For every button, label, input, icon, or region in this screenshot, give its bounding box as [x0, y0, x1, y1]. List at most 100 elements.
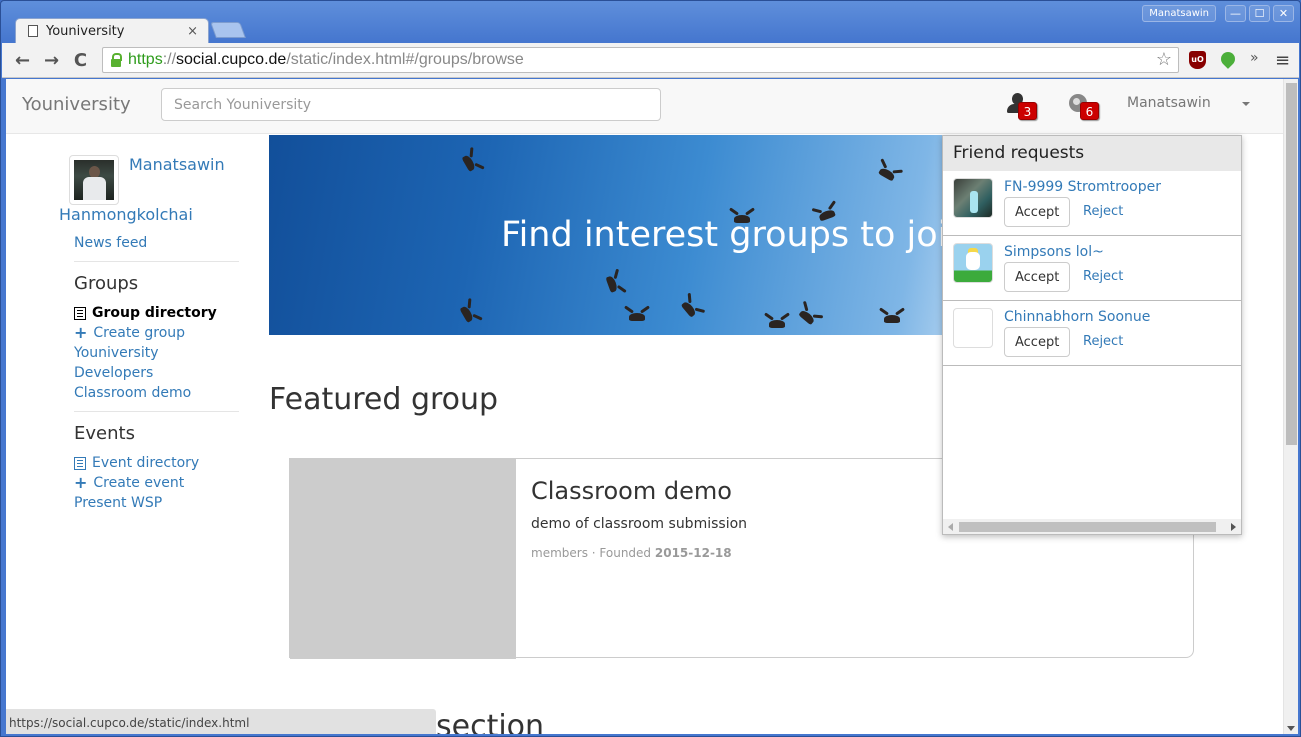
page-icon: [28, 25, 38, 37]
friend-requests-dropdown: Friend requests FN-9999 Stromtrooper Acc…: [942, 135, 1242, 535]
list-icon: [74, 306, 86, 320]
lock-icon: [111, 52, 122, 67]
avatar[interactable]: [69, 155, 119, 205]
back-icon[interactable]: ←: [8, 50, 37, 71]
requester-name[interactable]: Chinnabhorn Soonue: [1004, 309, 1150, 325]
group-meta-prefix: members · Founded: [531, 546, 652, 560]
events-heading: Events: [74, 423, 135, 444]
brand-link[interactable]: Youniversity: [22, 94, 131, 115]
sidebar-item-label: Event directory: [92, 455, 200, 471]
scroll-left-icon[interactable]: [948, 523, 953, 531]
sidebar-item-label: Create group: [93, 325, 186, 341]
bird-graphic: [629, 313, 645, 321]
scrollbar-thumb[interactable]: [959, 522, 1216, 532]
scroll-right-icon[interactable]: [1231, 523, 1236, 531]
requester-name[interactable]: Simpsons lol~: [1004, 244, 1104, 260]
friend-request-item: Chinnabhorn Soonue Accept Reject: [943, 301, 1241, 366]
bird-graphic: [680, 300, 698, 318]
friend-request-item: Simpsons lol~ Accept Reject: [943, 236, 1241, 301]
url-path: /static/index.html#/groups/browse: [286, 51, 524, 68]
plus-icon: +: [74, 323, 88, 342]
caret-down-icon[interactable]: [1242, 102, 1250, 106]
bird-graphic: [878, 166, 896, 182]
notifications-badge: 6: [1080, 102, 1099, 120]
profile-name-last[interactable]: Hanmongkolchai: [59, 205, 193, 224]
sidebar-item-event-directory[interactable]: Event directory: [74, 455, 199, 471]
friend-request-item: FN-9999 Stromtrooper Accept Reject: [943, 171, 1241, 236]
bird-graphic: [798, 308, 816, 326]
group-cover-image: [290, 459, 516, 659]
divider: [74, 261, 239, 262]
bird-graphic: [769, 320, 785, 328]
list-icon: [74, 456, 86, 470]
friend-requests-button[interactable]: 3: [1007, 93, 1037, 120]
minimize-button[interactable]: —: [1225, 5, 1246, 22]
reject-link[interactable]: Reject: [1083, 269, 1123, 284]
sidebar-item-label: Create event: [93, 475, 185, 491]
avatar-person-body: [83, 177, 106, 200]
user-menu-toggle[interactable]: Manatsawin: [1127, 95, 1211, 111]
dropdown-horizontal-scrollbar[interactable]: [943, 519, 1241, 534]
browser-window: Manatsawin — ☐ ✕ Youniversity × ← → C ht…: [0, 0, 1301, 737]
bird-graphic: [884, 315, 900, 323]
accept-button[interactable]: Accept: [1004, 197, 1071, 227]
hero-banner: Find interest groups to join: [269, 135, 969, 335]
profile-name-first[interactable]: Manatsawin: [129, 155, 225, 174]
sidebar-item-news-feed[interactable]: News feed: [74, 235, 147, 251]
reject-link[interactable]: Reject: [1083, 204, 1123, 219]
scrollbar-thumb[interactable]: [1286, 83, 1297, 445]
tab-close-icon[interactable]: ×: [187, 24, 198, 39]
tab-title: Youniversity: [46, 23, 125, 39]
close-window-button[interactable]: ✕: [1273, 5, 1294, 22]
divider: [74, 411, 239, 412]
profile-button[interactable]: Manatsawin: [1142, 5, 1216, 22]
ublock-extension-icon[interactable]: uO: [1189, 51, 1206, 69]
search-input[interactable]: [161, 88, 661, 121]
sidebar-item-group-classroom-demo[interactable]: Classroom demo: [74, 385, 191, 401]
sidebar-item-group-directory[interactable]: Group directory: [74, 305, 217, 321]
sidebar-item-create-event[interactable]: + Create event: [74, 473, 185, 492]
hero-title: Find interest groups to join: [501, 215, 969, 255]
reload-icon[interactable]: C: [66, 50, 95, 71]
forward-icon[interactable]: →: [37, 50, 66, 71]
bookmark-star-icon[interactable]: ☆: [1156, 49, 1172, 70]
sidebar-item-create-group[interactable]: + Create group: [74, 323, 186, 342]
sidebar-item-label: Group directory: [92, 305, 217, 321]
group-meta: members · Founded 2015-12-18: [531, 546, 732, 560]
requester-name[interactable]: FN-9999 Stromtrooper: [1004, 179, 1161, 195]
browser-tab[interactable]: Youniversity ×: [15, 18, 209, 43]
sidebar-item-event-present-wsp[interactable]: Present WSP: [74, 495, 162, 511]
maximize-button[interactable]: ☐: [1249, 5, 1270, 22]
notifications-button[interactable]: 6: [1069, 93, 1099, 120]
sidebar-item-group-developers[interactable]: Developers: [74, 365, 153, 381]
status-bar-url: https://social.cupco.de/static/index.htm…: [6, 709, 436, 734]
avatar[interactable]: [953, 178, 993, 218]
friend-requests-title: Friend requests: [943, 136, 1241, 171]
avatar-image: [74, 160, 114, 200]
bird-graphic: [459, 305, 475, 323]
app-navbar: Youniversity 3 6 Manatsawin: [6, 79, 1283, 134]
plus-icon: +: [74, 473, 88, 492]
friend-requests-badge: 3: [1018, 102, 1037, 120]
page-vertical-scrollbar[interactable]: [1283, 79, 1298, 734]
groups-heading: Groups: [74, 273, 139, 294]
url-separator: ://: [162, 51, 177, 68]
section-heading: section: [436, 709, 545, 734]
scroll-down-icon[interactable]: [1287, 726, 1295, 731]
bird-graphic: [605, 275, 619, 293]
avatar[interactable]: [953, 243, 993, 283]
reject-link[interactable]: Reject: [1083, 334, 1123, 349]
address-bar[interactable]: https://social.cupco.de/static/index.htm…: [102, 47, 1179, 73]
url-scheme: https: [128, 51, 163, 68]
browser-menu-icon[interactable]: ≡: [1275, 50, 1290, 71]
extensions-overflow-icon[interactable]: »: [1250, 50, 1259, 66]
avatar[interactable]: [953, 308, 993, 348]
new-tab-button[interactable]: [210, 22, 246, 38]
accept-button[interactable]: Accept: [1004, 327, 1071, 357]
sidebar-item-group-youniversity[interactable]: Youniversity: [74, 345, 159, 361]
accept-button[interactable]: Accept: [1004, 262, 1071, 292]
group-name[interactable]: Classroom demo: [531, 477, 732, 505]
hangouts-extension-icon[interactable]: [1218, 49, 1238, 69]
group-founded-date: 2015-12-18: [654, 546, 732, 560]
bird-graphic: [461, 154, 477, 172]
